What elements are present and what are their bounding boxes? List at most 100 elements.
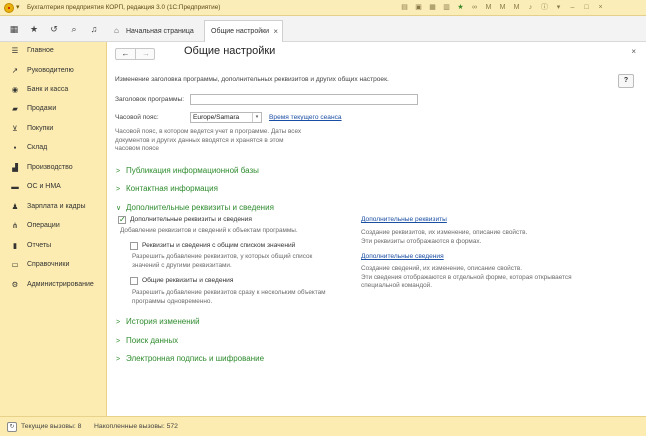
favorite-icon[interactable]: ★ — [456, 3, 465, 12]
timezone-hint: Часовой пояс, в котором ведется учет в п… — [115, 128, 301, 154]
info-icon[interactable]: ⓘ — [540, 3, 549, 12]
back-arrow-icon[interactable]: ← — [116, 49, 136, 59]
section-label: Контактная информация — [126, 184, 218, 193]
common-attributes-checkbox[interactable] — [130, 277, 138, 285]
settings-icon[interactable]: ▾ — [554, 3, 563, 12]
minimize-icon[interactable]: – — [568, 3, 577, 12]
help-button[interactable]: ? — [618, 74, 634, 88]
print-icon[interactable]: ▤ — [400, 3, 409, 12]
common-attributes-hint-line: программы одновременно. — [132, 297, 213, 305]
status-icon[interactable]: ↻ — [7, 422, 17, 432]
tab-home[interactable]: ⌂ Начальная страница — [108, 20, 204, 42]
home-icon: ⌂ — [114, 26, 119, 35]
common-attributes-hint: Разрешить добавление реквизитов сразу к … — [132, 289, 326, 306]
star-icon[interactable]: ★ — [28, 23, 40, 35]
maximize-icon[interactable]: □ — [582, 3, 591, 12]
additional-attributes-checkbox[interactable] — [118, 215, 126, 224]
calendar-icon[interactable]: ▦ — [428, 3, 437, 12]
section-label: Поиск данных — [126, 336, 179, 345]
sidebar-item-warehouse[interactable]: ▪ Склад — [0, 139, 107, 157]
section-additional[interactable]: ∨ Дополнительные реквизиты и сведения — [116, 203, 274, 212]
bell-icon[interactable]: ♪ — [526, 3, 535, 12]
shared-list-hint-line: Разрешить добавление реквизитов, у котор… — [132, 253, 313, 260]
chevron-down-icon: ∨ — [116, 205, 122, 212]
program-title-input[interactable] — [190, 94, 418, 105]
sidebar-item-label: Справочники — [27, 261, 70, 268]
sidebar-item-salary[interactable]: ♟ Зарплата и кадры — [0, 198, 107, 216]
window-title: Бухгалтерия предприятия КОРП, редакция 3… — [27, 4, 221, 11]
current-calls: Текущие вызовы: 8 — [21, 423, 82, 430]
chevron-down-icon[interactable]: ▾ — [252, 113, 261, 122]
tab-home-label: Начальная страница — [126, 28, 194, 35]
additional-info-description: Создание сведений, их изменение, описани… — [361, 265, 572, 291]
section-infobase[interactable]: > Публикация информационной базы — [116, 166, 259, 175]
tab-general-settings[interactable]: Общие настройки × — [204, 20, 283, 42]
menu-icon: ☰ — [11, 46, 19, 55]
additional-info-link[interactable]: Дополнительные сведения — [361, 253, 444, 260]
sidebar-item-label: Банк и касса — [27, 86, 69, 93]
timezone-label: Часовой пояс: — [115, 114, 159, 121]
sidebar-item-assets[interactable]: ▬ ОС и НМА — [0, 178, 107, 196]
bell-icon[interactable]: ♫ — [88, 23, 100, 35]
history-icon[interactable]: ▥ — [442, 3, 451, 12]
info-hint-line: Эти сведения отображаются в отдельной фо… — [361, 273, 572, 281]
shared-list-hint: Разрешить добавление реквизитов, у котор… — [132, 253, 312, 270]
section-contacts[interactable]: > Контактная информация — [116, 184, 218, 193]
attr-hint-line: Создание реквизитов, их изменение, описа… — [361, 229, 528, 236]
book-icon: ▭ — [11, 260, 19, 269]
history-icon[interactable]: ↺ — [48, 23, 60, 35]
section-label: Публикация информационной базы — [126, 166, 259, 175]
section-search[interactable]: > Поиск данных — [116, 336, 178, 345]
memory-icon[interactable]: M — [484, 3, 493, 12]
additional-attributes-description: Создание реквизитов, их изменение, описа… — [361, 229, 527, 246]
section-signature[interactable]: > Электронная подпись и шифрование — [116, 354, 264, 363]
chevron-right-icon: > — [116, 186, 121, 193]
title-bar-tools: ▤ ▣ ▦ ▥ ★ ∞ M M M ♪ ⓘ ▾ – □ × — [400, 3, 605, 13]
sidebar-item-reports[interactable]: ▮ Отчеты — [0, 237, 107, 255]
search-icon[interactable]: ⌕ — [68, 23, 80, 35]
nav-buttons: ← → — [115, 48, 155, 60]
save-icon[interactable]: ▣ — [414, 3, 423, 12]
additional-attributes-hint: Добавление реквизитов и сведений к объек… — [120, 227, 298, 234]
timezone-hint-line: документов и других данных вводятся и хр… — [115, 136, 284, 144]
sidebar: ☰ Главное ↗ Руководителю ◉ Банк и касса ▰ Пр… — [0, 42, 107, 416]
close-icon[interactable]: × — [596, 3, 605, 12]
sidebar-item-label: Склад — [27, 144, 48, 151]
sidebar-item-operations[interactable]: ⋔ Операции — [0, 217, 107, 235]
sidebar-item-bank[interactable]: ◉ Банк и касса — [0, 81, 107, 99]
section-history[interactable]: > История изменений — [116, 317, 200, 326]
shared-list-checkbox[interactable] — [130, 242, 138, 250]
sidebar-item-main[interactable]: ☰ Главное — [0, 42, 107, 60]
memory-minus-icon[interactable]: M — [512, 3, 521, 12]
additional-attributes-link[interactable]: Дополнительные реквизиты — [361, 216, 447, 223]
sidebar-item-label: Отчеты — [27, 242, 52, 249]
chevron-down-icon[interactable]: ▾ — [16, 3, 24, 13]
info-hint-line: специальной командой. — [361, 282, 433, 290]
sidebar-item-references[interactable]: ▭ Справочники — [0, 256, 107, 274]
section-label: Дополнительные реквизиты и сведения — [126, 203, 274, 212]
sidebar-item-label: Зарплата и кадры — [27, 203, 86, 210]
sidebar-item-manager[interactable]: ↗ Руководителю — [0, 62, 107, 80]
gear-icon: ⚙ — [11, 280, 19, 289]
link-icon[interactable]: ∞ — [470, 3, 479, 12]
common-attributes-label: Общие реквизиты и сведения — [142, 277, 234, 284]
forward-arrow-icon[interactable]: → — [136, 49, 156, 59]
sidebar-item-label: Администрирование — [27, 281, 94, 288]
sidebar-item-administration[interactable]: ⚙ Администрирование — [0, 276, 107, 294]
close-tab-icon[interactable]: × — [273, 21, 278, 43]
apps-grid-icon[interactable]: ▦ — [8, 23, 20, 35]
chevron-right-icon: > — [116, 338, 121, 345]
memory-plus-icon[interactable]: M — [498, 3, 507, 12]
sidebar-item-sales[interactable]: ▰ Продажи — [0, 100, 107, 118]
close-icon[interactable]: × — [631, 47, 636, 56]
timezone-select[interactable]: Europe/Samara ▾ — [190, 112, 262, 123]
title-bar: ▾ Бухгалтерия предприятия КОРП, редакция… — [0, 0, 646, 16]
session-time-link[interactable]: Время текущего сеанса — [269, 114, 342, 121]
sidebar-item-purchases[interactable]: ⊻ Покупки — [0, 120, 107, 138]
app-logo-icon[interactable] — [4, 3, 14, 13]
tab-active-label: Общие настройки — [211, 28, 270, 35]
program-title-label: Заголовок программы: — [115, 96, 185, 103]
section-label: История изменений — [126, 317, 200, 326]
sidebar-item-production[interactable]: ▟ Производство — [0, 159, 107, 177]
shared-list-hint-line: значений с другими реквизитами. — [132, 261, 232, 269]
